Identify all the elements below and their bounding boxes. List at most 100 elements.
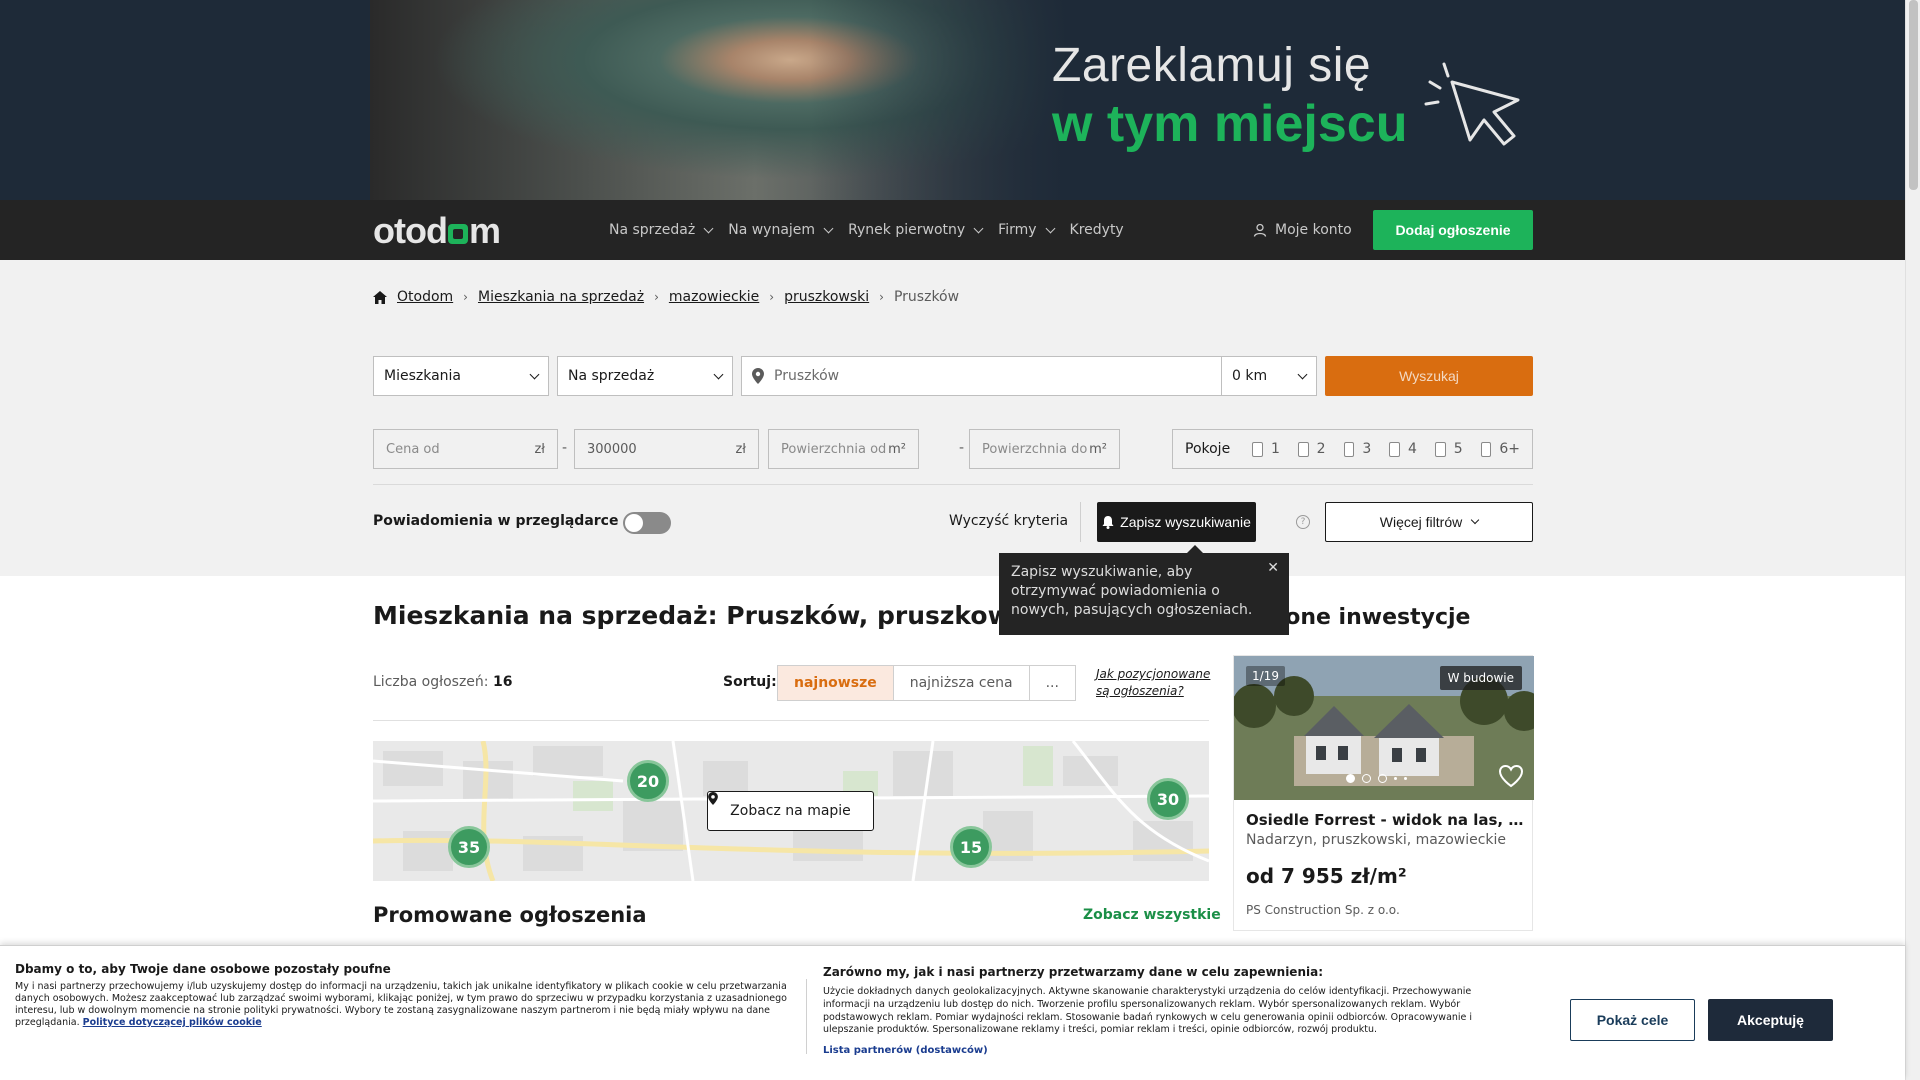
partners-list-link[interactable]: Lista partnerów (dostawców) (823, 1045, 988, 1056)
count-label: Liczba ogłoszeń: (373, 674, 489, 690)
investment-photo[interactable]: 1/19 W budowie (1234, 656, 1534, 800)
view-on-map-button[interactable]: Zobacz na mapie (707, 791, 874, 831)
cookie-purposes-body: Użycie dokładnych danych geolokalizacyjn… (823, 986, 1473, 1036)
nav-item-label: Rynek pierwotny (848, 222, 966, 238)
cookie-title: Dbamy o to, aby Twoje dane osobowe pozos… (15, 962, 391, 976)
property-type-select[interactable]: Mieszkania (373, 356, 549, 396)
ad-banner[interactable]: Zareklamuj się w tym miejscu (0, 0, 1905, 200)
notifications-toggle[interactable] (623, 512, 671, 534)
see-all-link[interactable]: Zobacz wszystkie (1083, 907, 1221, 923)
user-icon (1253, 223, 1267, 237)
carousel-dot[interactable] (1394, 777, 1397, 780)
map-preview[interactable]: 20 30 35 15 Zobacz na mapie (373, 741, 1209, 881)
chevron-down-icon (703, 223, 714, 233)
breadcrumb-item[interactable]: Otodom (397, 289, 453, 305)
price-to-field[interactable]: 300000 zł (574, 429, 759, 469)
carousel-dot[interactable] (1404, 777, 1407, 780)
carousel-dot[interactable] (1362, 774, 1371, 783)
chevron-down-icon (823, 223, 834, 233)
home-icon (373, 290, 387, 304)
map-cluster-marker[interactable]: 20 (627, 760, 669, 802)
map-cluster-marker[interactable]: 15 (950, 826, 992, 868)
investment-location: Nadarzyn, pruszkowski, mazowieckie (1246, 832, 1507, 848)
distance-select[interactable]: 0 km (1221, 356, 1317, 396)
accept-button[interactable]: Akceptuję (1708, 999, 1833, 1041)
sort-label: Sortuj: (723, 674, 777, 690)
cursor-click-icon (1424, 62, 1520, 146)
my-account-label: Moje konto (1275, 222, 1352, 238)
sort-newest[interactable]: najnowsze (778, 666, 894, 700)
ranking-info-link[interactable]: Jak pozycjonowane są ogłoszenia? (1096, 666, 1211, 700)
photo-counter: 1/19 (1246, 666, 1285, 686)
room-label: 5 (1453, 441, 1463, 457)
nav-item-label: Firmy (998, 222, 1037, 238)
cookie-body: My i nasi partnerzy przechowujemy i/lub … (15, 981, 790, 1029)
more-filters-button[interactable]: Więcej filtrów (1325, 502, 1533, 542)
page-scrollbar[interactable] (1905, 0, 1920, 1080)
clear-criteria-link[interactable]: Wyczyść kryteria (949, 513, 1068, 529)
bell-icon (1102, 515, 1114, 529)
close-icon[interactable]: ✕ (1267, 559, 1279, 578)
sort-lowest-price[interactable]: najniższa cena (894, 666, 1030, 700)
location-input[interactable]: Pruszków (741, 356, 1222, 396)
breadcrumb-item[interactable]: Mieszkania na sprzedaż (478, 289, 644, 305)
page-title: Mieszkania na sprzedaż: Pruszków, pruszk… (373, 601, 1051, 630)
price-to-value: 300000 (587, 441, 637, 457)
otodom-logo[interactable]: otod m (373, 210, 501, 252)
banner-headline: Zareklamuj się (1052, 39, 1372, 92)
cookie-purposes-title: Zarówno my, jak i nasi partnerzy przetwa… (823, 965, 1323, 979)
featured-investments-title: nione inwestycje (1262, 605, 1471, 630)
add-listing-button[interactable]: Dodaj ogłoszenie (1373, 210, 1533, 250)
nav-item-loans[interactable]: Kredyty (1070, 222, 1124, 238)
cookie-policy-link[interactable]: Polityce dotyczącej plików cookie (83, 1017, 262, 1028)
area-to-field[interactable]: Powierzchnia do m² (969, 429, 1120, 469)
sort-more[interactable]: ... (1030, 666, 1075, 700)
vertical-divider (1080, 502, 1081, 542)
room-checkbox-6plus[interactable] (1480, 441, 1492, 457)
breadcrumb-separator-icon: › (879, 290, 884, 304)
nav-item-rent[interactable]: Na wynajem (728, 222, 834, 238)
save-search-button[interactable]: Zapisz wyszukiwanie (1097, 502, 1256, 542)
search-button[interactable]: Wyszukaj (1325, 356, 1533, 396)
room-checkbox-5[interactable] (1434, 441, 1446, 457)
area-from-field[interactable]: Powierzchnia od m² (768, 429, 919, 469)
room-checkbox-2[interactable] (1297, 441, 1309, 457)
banner-photo (370, 0, 1070, 200)
room-checkbox-1[interactable] (1252, 441, 1263, 457)
show-purposes-button[interactable]: Pokaż cele (1570, 999, 1695, 1041)
breadcrumb-item[interactable]: pruszkowski (784, 289, 869, 305)
scrollbar-thumb[interactable] (1909, 0, 1918, 190)
range-dash: - (959, 440, 965, 456)
heart-icon[interactable] (1498, 764, 1524, 788)
nav-item-sale[interactable]: Na sprzedaż (609, 222, 714, 238)
breadcrumb-separator-icon: › (654, 290, 659, 304)
price-from-field[interactable]: Cena od zł (373, 429, 558, 469)
search-panel: Otodom › Mieszkania na sprzedaż › mazowi… (0, 260, 1905, 576)
view-on-map-label: Zobacz na mapie (730, 803, 851, 819)
carousel-dot[interactable] (1346, 774, 1355, 783)
area-from-placeholder: Powierzchnia od (781, 441, 887, 457)
divider (373, 720, 1209, 721)
room-checkbox-4[interactable] (1389, 441, 1401, 457)
nav-item-label: Na wynajem (728, 222, 816, 238)
cookie-consent-bar: Dbamy o to, aby Twoje dane osobowe pozos… (0, 945, 1905, 1080)
banner-subheadline: w tym miejscu (1052, 95, 1408, 153)
map-cluster-marker[interactable]: 30 (1147, 778, 1189, 820)
help-icon[interactable]: ? (1296, 515, 1310, 529)
currency-unit: zł (534, 441, 545, 457)
map-cluster-marker[interactable]: 35 (448, 826, 490, 868)
nav-item-primary-market[interactable]: Rynek pierwotny (848, 222, 984, 238)
my-account-link[interactable]: Moje konto (1253, 200, 1352, 260)
investment-card[interactable]: 1/19 W budowie Osiedle Forrest - widok n… (1233, 655, 1534, 931)
chevron-down-icon (1470, 515, 1480, 525)
transaction-select[interactable]: Na sprzedaż (557, 356, 733, 396)
carousel-dot[interactable] (1378, 774, 1387, 783)
room-label: 1 (1270, 441, 1280, 457)
breadcrumb-item[interactable]: mazowieckie (669, 289, 759, 305)
breadcrumb: Otodom › Mieszkania na sprzedaż › mazowi… (373, 289, 959, 305)
room-label: 4 (1408, 441, 1417, 457)
price-from-placeholder: Cena od (386, 441, 440, 457)
nav-item-companies[interactable]: Firmy (998, 222, 1055, 238)
room-checkbox-3[interactable] (1343, 441, 1355, 457)
investment-name[interactable]: Osiedle Forrest - widok na las, design,.… (1246, 811, 1526, 829)
